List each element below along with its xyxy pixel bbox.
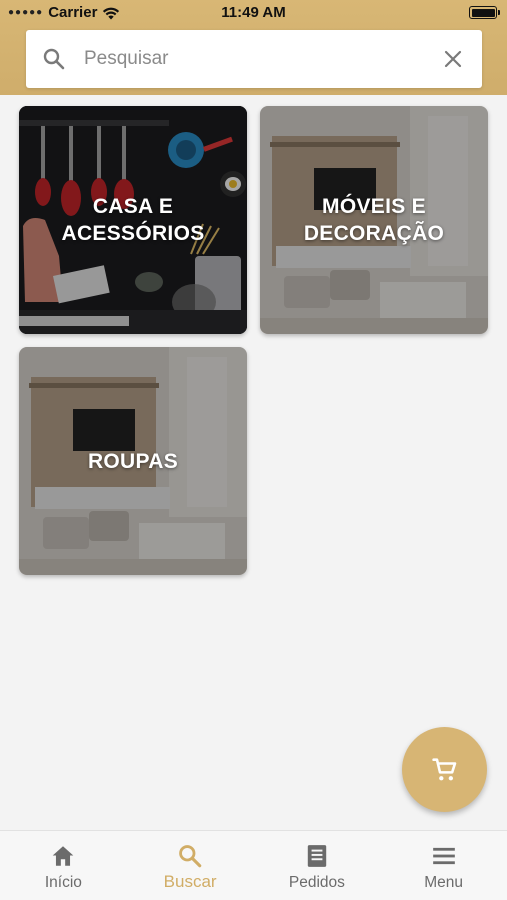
battery-icon xyxy=(469,6,500,19)
category-label: CASA E ACESSÓRIOS xyxy=(61,195,205,245)
nav-label: Buscar xyxy=(163,872,217,891)
nav-label: Pedidos xyxy=(288,874,345,891)
home-icon xyxy=(53,846,74,866)
category-label: MÓVEIS E DECORAÇÃO xyxy=(303,195,445,245)
bottom-navigation: Início Buscar Pedidos Menu xyxy=(0,830,507,900)
menu-icon xyxy=(432,847,455,865)
cart-icon xyxy=(431,757,456,780)
nav-label: Início xyxy=(44,874,82,891)
search-bar xyxy=(26,30,482,88)
app-header: ●●●●● Carrier 11:49 AM xyxy=(0,0,507,95)
nav-item-buscar[interactable]: Buscar xyxy=(127,831,254,900)
nav-label: Menu xyxy=(424,874,464,891)
nav-item-pedidos[interactable]: Pedidos xyxy=(254,831,381,900)
category-card-casa-acessorios[interactable]: CASA E ACESSÓRIOS xyxy=(19,106,247,334)
category-label: ROUPAS xyxy=(87,449,179,473)
search-icon xyxy=(179,845,202,868)
category-card-roupas[interactable]: ROUPAS xyxy=(19,347,247,575)
category-card-moveis-decoracao[interactable]: MÓVEIS E DECORAÇÃO xyxy=(260,106,488,334)
status-bar: ●●●●● Carrier 11:49 AM xyxy=(0,0,507,26)
clear-icon[interactable] xyxy=(444,50,462,68)
nav-item-menu[interactable]: Menu xyxy=(380,831,507,900)
cart-button[interactable] xyxy=(402,727,487,812)
orders-icon xyxy=(307,845,327,867)
status-time: 11:49 AM xyxy=(221,4,286,21)
search-input[interactable] xyxy=(84,30,424,88)
search-icon xyxy=(43,48,65,70)
nav-item-inicio[interactable]: Início xyxy=(0,831,127,900)
